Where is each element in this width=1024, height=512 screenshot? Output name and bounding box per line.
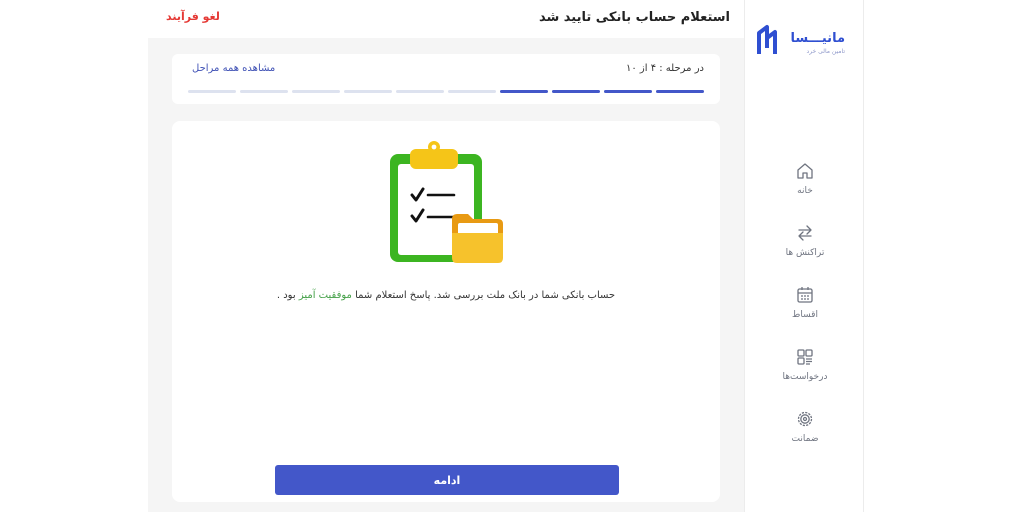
progress-segment [604,90,652,93]
sidebar-item-label: ضمانت [791,434,819,444]
progress-card: در مرحله : ۴ از ۱۰ مشاهده همه مراحل [172,54,720,104]
progress-segment [188,90,236,93]
content-card: حساب بانکی شما در بانک ملت بررسی شد. پاس… [172,121,720,502]
step-indicator: در مرحله : ۴ از ۱۰ [625,63,704,74]
sidebar-item-installments[interactable]: اقساط [745,285,865,329]
transfer-icon [798,225,812,241]
page-header: استعلام حساب بانکی تایید شد لغو فرآیند [148,0,744,38]
sidebar: مانیـــسا تامین مالی خرد خانه تراکنش ها … [744,0,864,512]
success-text: موفقیت آمیز [298,290,352,301]
brand-name: مانیـــسا [790,31,845,46]
message-text: بود . [276,290,296,301]
sidebar-item-home[interactable]: خانه [745,161,865,205]
progress-segment [448,90,496,93]
brand-mark-icon [757,25,777,54]
sidebar-item-requests[interactable]: درخواست‌ها [745,347,865,391]
result-message: حساب بانکی شما در بانک ملت بررسی شد. پاس… [172,290,720,301]
message-text: حساب بانکی شما در بانک ملت بررسی شد. پاس… [355,290,616,301]
sidebar-item-label: خانه [797,186,813,196]
page-title: استعلام حساب بانکی تایید شد [538,10,730,25]
calendar-icon [797,287,813,303]
progress-segment [656,90,704,93]
gear-icon [797,411,813,427]
progress-segment [344,90,392,93]
progress-segment [240,90,288,93]
clipboard-checklist-folder-icon [390,141,503,263]
cancel-process-link[interactable]: لغو فرآیند [166,10,220,23]
sidebar-item-label: اقساط [792,310,818,320]
progress-segment [500,90,548,93]
brand-logo[interactable]: مانیـــسا تامین مالی خرد [757,24,845,60]
progress-bar [188,90,704,93]
view-all-steps-link[interactable]: مشاهده همه مراحل [192,63,275,74]
grid-icon [797,349,813,365]
sidebar-item-label: تراکنش ها [785,248,825,258]
progress-segment [552,90,600,93]
brand-tagline: تامین مالی خرد [806,48,845,55]
progress-segment [396,90,444,93]
sidebar-item-transactions[interactable]: تراکنش ها [745,223,865,267]
sidebar-item-guarantee[interactable]: ضمانت [745,409,865,453]
continue-button[interactable]: ادامه [275,465,619,495]
home-icon [797,163,813,179]
progress-segment [292,90,340,93]
sidebar-item-label: درخواست‌ها [782,372,828,382]
